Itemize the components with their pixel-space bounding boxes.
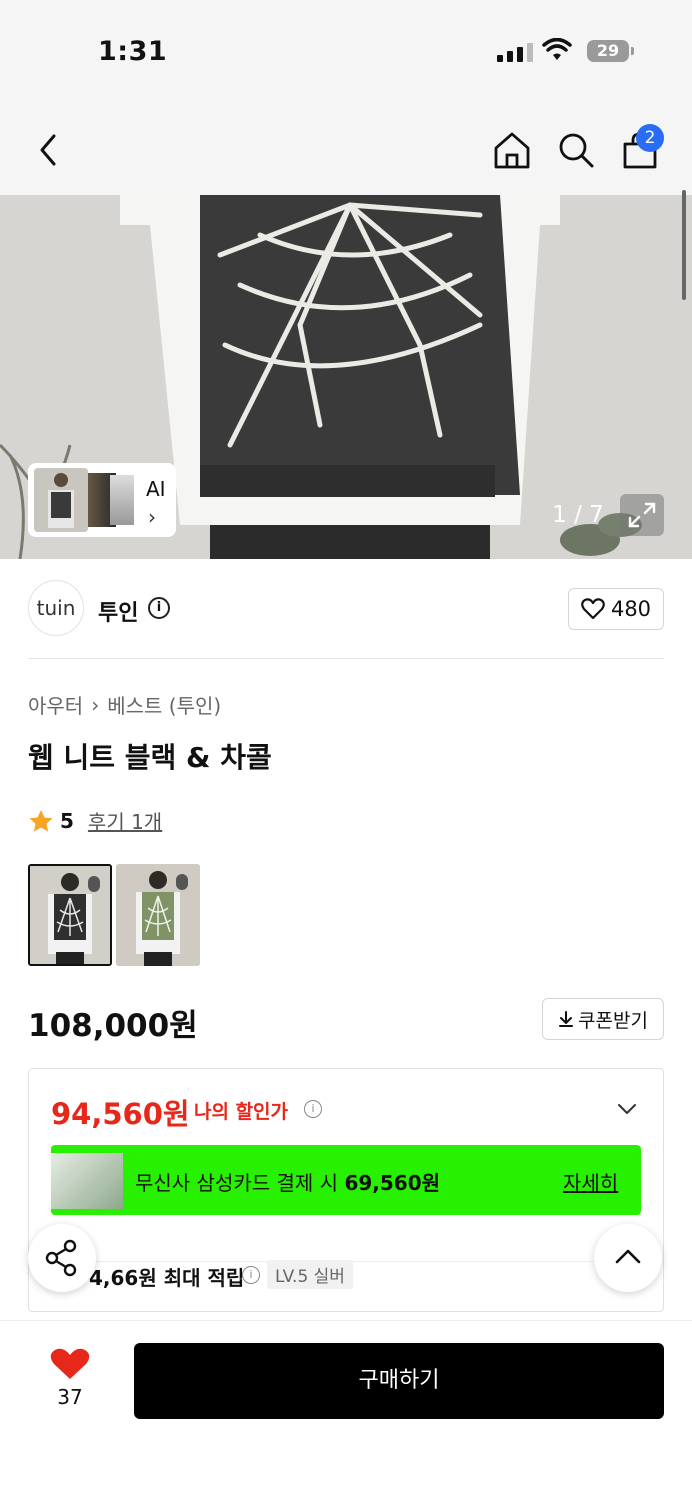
status-bar: 1:31 29	[0, 0, 692, 100]
info-icon[interactable]: i	[242, 1266, 260, 1284]
ai-label: AI	[146, 477, 166, 501]
info-icon[interactable]: i	[148, 597, 170, 619]
star-icon	[29, 809, 53, 832]
discount-price: 94,560원	[51, 1097, 190, 1131]
expand-button[interactable]	[620, 494, 664, 536]
breadcrumb-category[interactable]: 아우터	[28, 690, 83, 719]
battery-icon: 29	[587, 40, 629, 62]
ai-thumbnail	[34, 468, 88, 532]
image-counter: 1 / 7	[552, 502, 604, 528]
divider	[28, 658, 664, 659]
breadcrumb-sub[interactable]: 베스트 (투인)	[107, 690, 221, 719]
expand-icon	[628, 502, 656, 528]
info-icon[interactable]: i	[304, 1100, 322, 1118]
arrow-up-icon	[615, 1249, 641, 1264]
nav-bar	[0, 100, 692, 195]
chevron-down-icon[interactable]	[617, 1099, 637, 1119]
cart-count-badge: 2	[636, 124, 664, 152]
buy-button[interactable]: 구매하기	[134, 1343, 664, 1419]
brand-like-count: 480	[610, 597, 652, 621]
card-promotion-banner[interactable]: 무신사 삼성카드 결제 시 69,560원 자세히	[51, 1145, 641, 1215]
scroll-top-button[interactable]	[594, 1224, 662, 1292]
share-button[interactable]	[28, 1224, 96, 1292]
status-time: 1:31	[98, 36, 168, 67]
product-title: 웹 니트 블랙 & 차콜	[28, 741, 272, 774]
bottom-action-bar: 37 구매하기	[0, 1320, 692, 1500]
home-icon[interactable]	[492, 130, 532, 170]
wish-count: 37	[57, 1385, 83, 1409]
rating-score: 5	[60, 808, 74, 833]
member-level-badge: LV.5 실버	[267, 1260, 353, 1289]
review-link[interactable]: 후기 1개	[88, 806, 162, 835]
discount-panel: 94,560원 나의 할인가 i 무신사 삼성카드 결제 시 69,560원 자…	[28, 1068, 664, 1312]
card-image	[51, 1153, 123, 1209]
wifi-icon	[542, 38, 572, 60]
ai-thumbnail	[110, 475, 134, 525]
chevron-right-icon: ›	[91, 692, 100, 717]
share-icon	[45, 1239, 77, 1277]
rating-row: 5 후기 1개	[28, 806, 162, 835]
ai-similar-items-chip[interactable]: AI ›	[28, 463, 176, 537]
points-text: 4,66원 최대 적립	[89, 1266, 245, 1290]
heart-icon[interactable]	[50, 1347, 90, 1381]
chevron-right-icon: ›	[148, 505, 156, 529]
brand-name[interactable]: 투인	[98, 595, 138, 627]
card-detail-link[interactable]: 자세히	[563, 1167, 618, 1196]
breadcrumb: 아우터 › 베스트 (투인)	[28, 690, 221, 719]
signal-icon	[497, 42, 533, 62]
discount-label: 나의 할인가	[194, 1101, 289, 1123]
brand-logo[interactable]: tuin	[28, 580, 84, 636]
card-price: 69,560원	[344, 1171, 441, 1195]
product-price: 108,000원	[28, 1008, 198, 1044]
coupon-label: 쿠폰받기	[578, 1009, 648, 1032]
coupon-button[interactable]: 쿠폰받기	[542, 998, 664, 1040]
back-icon[interactable]	[34, 130, 66, 170]
download-icon	[559, 1011, 574, 1027]
color-option-black[interactable]	[28, 864, 112, 966]
card-promotion-text: 무신사 삼성카드 결제 시 69,560원	[135, 1171, 441, 1195]
scrollbar[interactable]	[682, 190, 686, 300]
color-option-charcoal[interactable]	[116, 864, 200, 966]
heart-outline-icon	[581, 598, 605, 620]
brand-like-button[interactable]: 480	[568, 588, 664, 630]
search-icon[interactable]	[556, 130, 596, 170]
